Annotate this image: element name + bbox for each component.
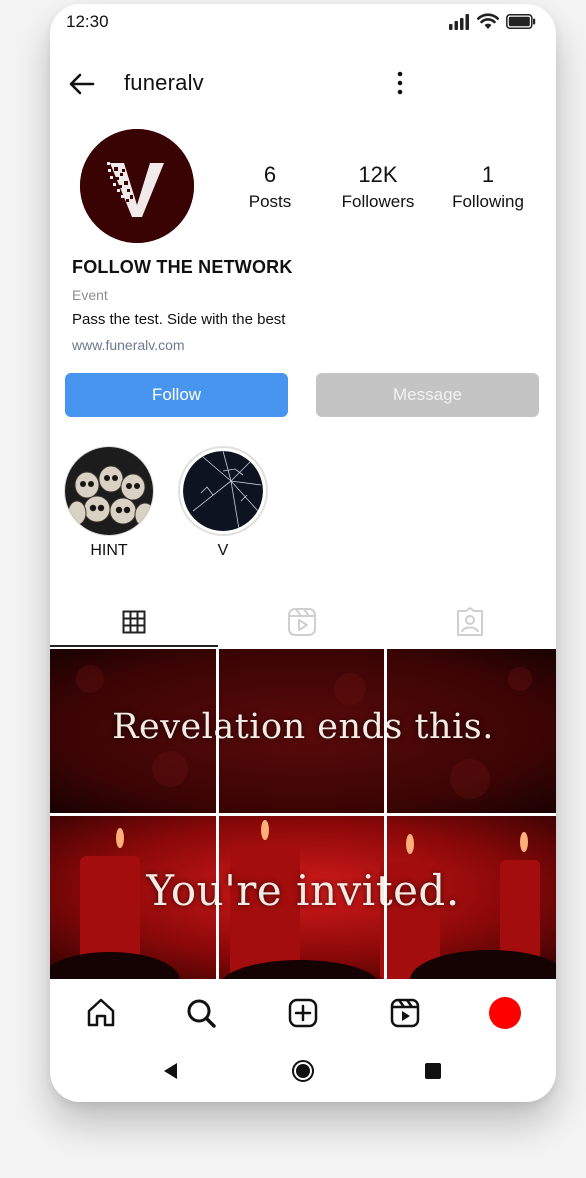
nav-home[interactable] <box>84 996 118 1030</box>
bio-link[interactable]: www.funeralv.com <box>72 337 532 353</box>
post-revelation-text: Revelation ends this. <box>112 707 494 747</box>
system-back-button[interactable] <box>158 1058 184 1084</box>
profile-header: funeralv <box>50 56 556 110</box>
active-tab-indicator <box>50 645 218 647</box>
reels-icon <box>390 998 420 1028</box>
profile-username: funeralv <box>124 70 204 95</box>
stat-following-label: Following <box>452 192 524 211</box>
grid-divider-row <box>50 813 556 816</box>
system-recents-button[interactable] <box>420 1058 446 1084</box>
status-bar: 12:30 <box>50 4 556 40</box>
stat-followers-label: Followers <box>341 192 415 211</box>
bio-name: FOLLOW THE NETWORK <box>72 257 293 277</box>
recents-square-icon <box>425 1063 441 1079</box>
grid-icon <box>122 610 146 634</box>
more-vertical-icon <box>397 71 403 95</box>
tab-reels[interactable] <box>218 598 386 646</box>
back-triangle-icon <box>164 1063 177 1079</box>
bio-category: Event <box>72 287 108 303</box>
post-grid: Revelation ends this. You're invited. <box>50 649 556 979</box>
search-icon <box>187 999 216 1028</box>
nav-search[interactable] <box>184 996 218 1030</box>
follow-button[interactable]: Follow <box>65 373 288 417</box>
stat-following[interactable]: 1 Following <box>443 162 533 214</box>
stat-posts[interactable]: 6 Posts <box>240 162 300 214</box>
stat-following-value: 1 <box>481 162 495 187</box>
v-logo-icon <box>80 129 194 243</box>
profile-tabs <box>50 598 556 648</box>
system-home-button[interactable] <box>290 1058 316 1084</box>
arrow-left-icon <box>69 73 95 95</box>
nav-profile[interactable] <box>488 996 522 1030</box>
plus-square-icon <box>288 998 318 1028</box>
more-options-button[interactable] <box>390 68 410 98</box>
post-row-2[interactable]: You're invited. <box>50 816 556 979</box>
tab-tagged[interactable] <box>386 598 554 646</box>
status-time: 12:30 <box>66 12 109 31</box>
nav-reels[interactable] <box>388 996 422 1030</box>
profile-bio: FOLLOW THE NETWORK Event Pass the test. … <box>72 257 532 353</box>
phone-frame: 12:30 funeralv 6 Posts 12K Followers 1 F… <box>50 4 556 1102</box>
message-button[interactable]: Message <box>316 373 539 417</box>
tab-grid[interactable] <box>50 598 218 646</box>
home-circle-icon <box>292 1060 314 1082</box>
skulls-image <box>64 446 154 536</box>
wifi-icon <box>477 13 499 29</box>
bottom-nav <box>50 982 556 1044</box>
profile-dot-icon <box>489 997 521 1029</box>
nav-create[interactable] <box>286 996 320 1030</box>
system-nav <box>50 1046 556 1096</box>
stat-posts-value: 6 <box>263 162 277 187</box>
stat-posts-label: Posts <box>248 192 292 211</box>
post-invited-text: You're invited. <box>146 866 460 915</box>
battery-icon <box>506 14 536 29</box>
post-row-1[interactable]: Revelation ends this. <box>50 649 556 813</box>
reels-icon <box>288 608 316 636</box>
highlight-hint[interactable]: HINT <box>64 446 154 560</box>
highlight-hint-label: HINT <box>90 542 128 559</box>
status-icons <box>448 13 536 30</box>
home-icon <box>87 998 115 1027</box>
stat-followers[interactable]: 12K Followers <box>333 162 423 214</box>
highlight-v[interactable]: V <box>178 446 268 560</box>
back-button[interactable] <box>66 68 98 100</box>
cracked-glass-image <box>178 446 268 536</box>
profile-avatar[interactable] <box>80 129 194 243</box>
highlight-v-label: V <box>217 542 229 559</box>
bio-text: Pass the test. Side with the best <box>72 311 286 328</box>
tagged-icon <box>457 607 483 636</box>
stat-followers-value: 12K <box>358 162 398 187</box>
signal-icon <box>449 13 469 30</box>
